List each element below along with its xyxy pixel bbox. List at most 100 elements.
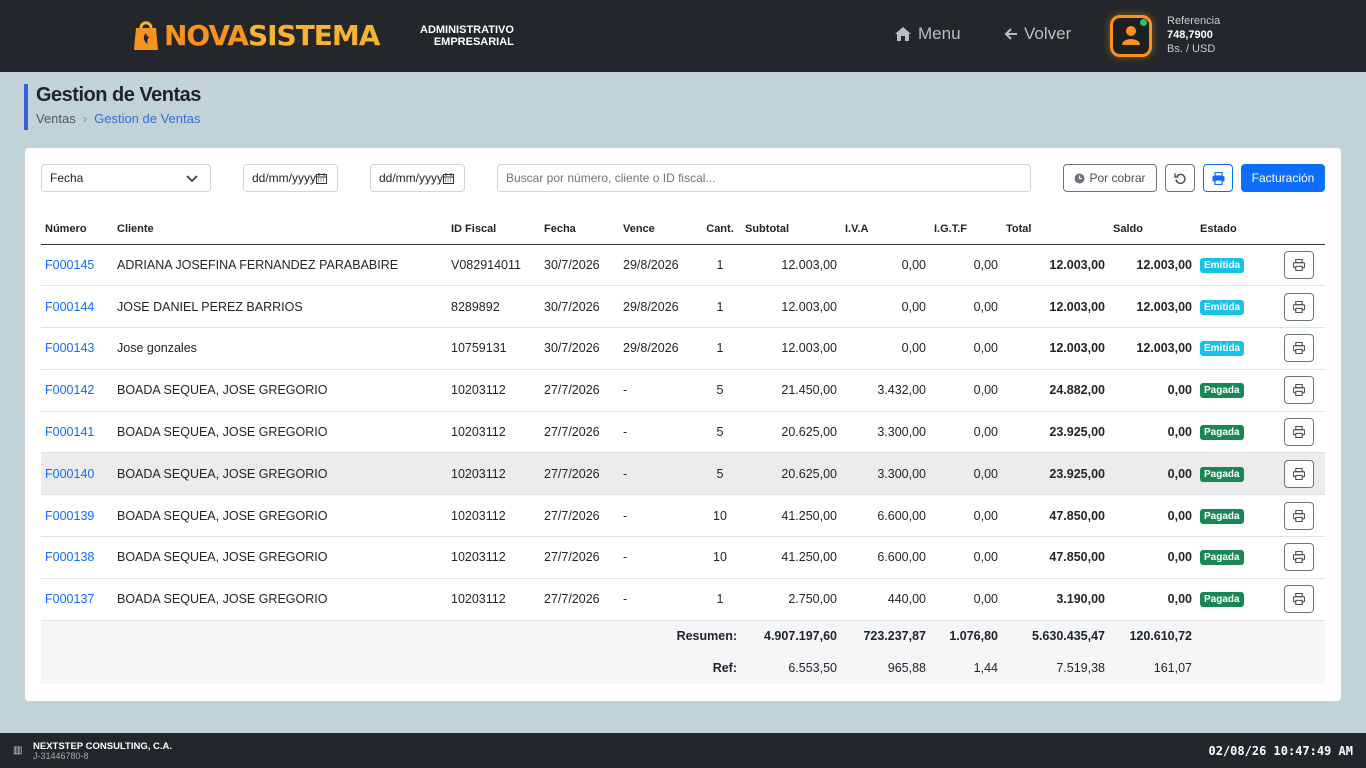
invoice-number-link[interactable]: F000142 <box>41 369 113 412</box>
brand-sub-line2: EMPRESARIAL <box>433 36 514 48</box>
status-cell: Emitida <box>1196 244 1272 287</box>
actions-cell <box>1272 452 1325 496</box>
summary-iva: 723.237,87 <box>841 620 930 653</box>
total: 12.003,00 <box>1002 244 1109 287</box>
invoice-number-link[interactable]: F000139 <box>41 494 113 538</box>
printer-icon <box>1292 551 1305 564</box>
col-header-estado[interactable]: Estado <box>1196 214 1272 245</box>
total: 24.882,00 <box>1002 369 1109 412</box>
invoice-number-link[interactable]: F000143 <box>41 327 113 370</box>
menu-button[interactable]: Menu <box>894 24 961 44</box>
quantity: 1 <box>699 327 741 370</box>
breadcrumb-ventas[interactable]: Ventas <box>36 111 76 126</box>
table-row[interactable]: F000141 BOADA SEQUEA, JOSE GREGORIO 102031… <box>41 411 1325 454</box>
user-avatar[interactable] <box>1110 15 1152 57</box>
brand-logo[interactable]: NOVA SISTEMA <box>132 16 380 54</box>
igtf: 0,00 <box>930 327 1002 370</box>
page-header: Gestion de Ventas Ventas › Gestion de Vent… <box>24 84 201 130</box>
quantity: 10 <box>699 536 741 579</box>
date-field-select-value: Fecha <box>50 171 84 185</box>
print-button[interactable] <box>1203 164 1233 192</box>
row-print-button[interactable] <box>1283 292 1314 321</box>
arrow-left-icon <box>1004 28 1017 40</box>
invoice-number-link[interactable]: F000138 <box>41 536 113 579</box>
printer-icon <box>1292 509 1305 522</box>
row-print-button[interactable] <box>1283 376 1314 405</box>
invoice-number-link[interactable]: F000144 <box>41 285 113 329</box>
breadcrumb-separator: › <box>82 111 88 126</box>
refresh-button[interactable] <box>1165 164 1195 192</box>
search-input[interactable]: Buscar por número, cliente o ID fiscal..… <box>497 164 1031 192</box>
chevron-down-icon <box>186 175 198 183</box>
table-row[interactable]: F000138 BOADA SEQUEA, JOSE GREGORIO 102031… <box>41 536 1325 579</box>
row-print-button[interactable] <box>1283 543 1314 572</box>
col-header-numero[interactable]: Número <box>41 214 113 245</box>
iva: 0,00 <box>841 244 930 287</box>
actions-cell <box>1272 327 1325 370</box>
row-print-button[interactable] <box>1283 459 1314 488</box>
col-header-saldo[interactable]: Saldo <box>1109 214 1196 245</box>
ref-label: Ref: <box>41 652 741 685</box>
table-row[interactable]: F000140 BOADA SEQUEA, JOSE GREGORIO 102031… <box>41 452 1325 496</box>
balance: 12.003,00 <box>1109 285 1196 329</box>
status-badge: Pagada <box>1200 592 1244 608</box>
subtotal: 2.750,00 <box>741 578 841 621</box>
col-header-id-fiscal[interactable]: ID Fiscal <box>447 214 540 245</box>
summary-saldo: 120.610,72 <box>1109 620 1196 653</box>
fiscal-id: 10759131 <box>447 327 540 370</box>
igtf: 0,00 <box>930 369 1002 412</box>
quantity: 10 <box>699 494 741 538</box>
col-header-iva[interactable]: I.V.A <box>841 214 930 245</box>
row-print-button[interactable] <box>1283 418 1314 447</box>
por-cobrar-label: Por cobrar <box>1089 171 1146 185</box>
calendar-icon[interactable] <box>316 173 327 184</box>
fiscal-id: 10203112 <box>447 578 540 621</box>
row-print-button[interactable] <box>1283 585 1314 614</box>
back-button[interactable]: Volver <box>1004 24 1071 44</box>
date-field-select[interactable]: Fecha <box>41 164 211 192</box>
calendar-icon[interactable] <box>443 173 454 184</box>
por-cobrar-button[interactable]: Por cobrar <box>1063 164 1157 192</box>
invoice-date: 30/7/2026 <box>540 285 619 329</box>
col-header-igtf[interactable]: I.G.T.F <box>930 214 1002 245</box>
status-cell: Pagada <box>1196 369 1272 412</box>
col-header-cant[interactable]: Cant. <box>699 214 741 245</box>
col-header-fecha[interactable]: Fecha <box>540 214 619 245</box>
facturacion-label: Facturación <box>1251 171 1315 185</box>
row-print-button[interactable] <box>1283 501 1314 530</box>
due-date: - <box>619 536 699 579</box>
balance: 0,00 <box>1109 452 1196 496</box>
summary-subtotal: 4.907.197,60 <box>741 620 841 653</box>
date-to-input[interactable]: dd/mm/yyyy <box>370 164 465 192</box>
col-header-subtotal[interactable]: Subtotal <box>741 214 841 245</box>
table-row[interactable]: F000142 BOADA SEQUEA, JOSE GREGORIO 102031… <box>41 369 1325 412</box>
table-row[interactable]: F000139 BOADA SEQUEA, JOSE GREGORIO 102031… <box>41 494 1325 538</box>
igtf: 0,00 <box>930 494 1002 538</box>
clock: 02/08/26 10:47:49 AM <box>1208 744 1354 758</box>
date-from-input[interactable]: dd/mm/yyyy <box>243 164 338 192</box>
invoice-number-link[interactable]: F000140 <box>41 452 113 496</box>
invoice-number-link[interactable]: F000145 <box>41 244 113 287</box>
due-date: 29/8/2026 <box>619 244 699 287</box>
invoice-number-link[interactable]: F000141 <box>41 411 113 454</box>
col-header-vence[interactable]: Vence <box>619 214 699 245</box>
row-print-button[interactable] <box>1283 250 1314 279</box>
table-row[interactable]: F000143 Jose gonzales 10759131 30/7/2026 29/… <box>41 327 1325 370</box>
brand-name-nova: NOVA <box>164 18 249 52</box>
col-header-total[interactable]: Total <box>1002 214 1109 245</box>
actions-cell <box>1272 578 1325 621</box>
status-cell: Emitida <box>1196 327 1272 370</box>
table-row[interactable]: F000137 BOADA SEQUEA, JOSE GREGORIO 102031… <box>41 578 1325 621</box>
col-header-cliente[interactable]: Cliente <box>113 214 447 245</box>
client-name: BOADA SEQUEA, JOSE GREGORIO <box>113 411 447 454</box>
clock-icon <box>1074 173 1085 183</box>
table-row[interactable]: F000145 ADRIANA JOSEFINA FERNANDEZ PARABA… <box>41 244 1325 287</box>
table-row[interactable]: F000144 JOSE DANIEL PEREZ BARRIOS 8289892 3… <box>41 285 1325 329</box>
shopping-bag-icon <box>134 21 158 50</box>
total: 47.850,00 <box>1002 494 1109 538</box>
invoice-number-link[interactable]: F000137 <box>41 578 113 621</box>
subtotal: 21.450,00 <box>741 369 841 412</box>
row-print-button[interactable] <box>1283 334 1314 363</box>
facturacion-button[interactable]: Facturación <box>1241 164 1325 192</box>
exchange-rate-unit: Bs. / USD <box>1167 43 1216 55</box>
